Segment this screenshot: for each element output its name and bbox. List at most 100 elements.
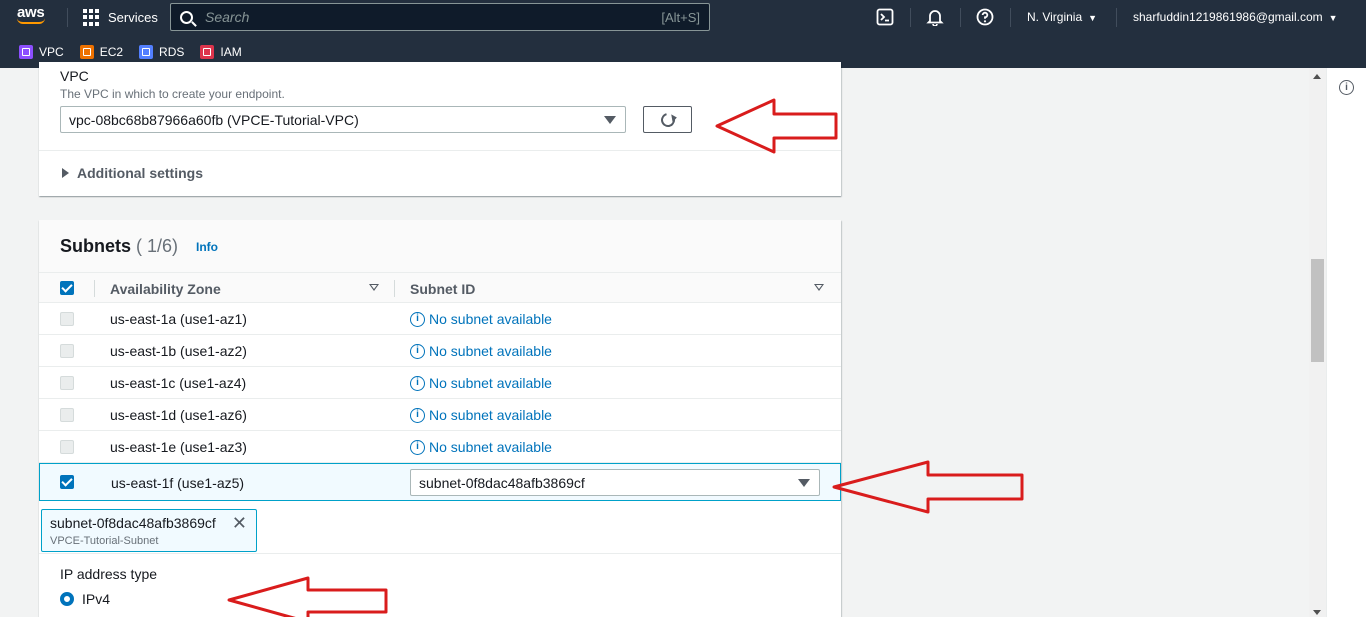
row-checkbox[interactable] [60, 475, 74, 489]
info-icon: i [410, 407, 425, 423]
favorite-label: RDS [159, 44, 185, 59]
column-divider [394, 280, 395, 297]
bell-icon[interactable] [926, 8, 944, 26]
info-link[interactable]: Info [196, 240, 218, 254]
table-row: us-east-1d (use1-az6) i No subnet availab… [39, 399, 841, 431]
no-subnet-available-link[interactable]: i No subnet available [410, 375, 552, 391]
close-icon[interactable]: ✕ [232, 514, 247, 532]
no-subnet-available-link[interactable]: i No subnet available [410, 439, 552, 455]
account-label: sharfuddin1219861986@gmail.com [1133, 10, 1323, 24]
info-icon: i [410, 343, 425, 359]
no-subnet-available-link[interactable]: i No subnet available [410, 343, 552, 359]
no-subnet-available-link[interactable]: i No subnet available [410, 311, 552, 327]
no-subnet-text: No subnet available [429, 311, 552, 327]
caret-right-icon [62, 168, 69, 178]
no-subnet-text: No subnet available [429, 375, 552, 391]
annotation-arrow-icon [715, 98, 838, 154]
account-menu[interactable]: sharfuddin1219861986@gmail.com ▼ [1133, 10, 1338, 24]
select-all-checkbox[interactable] [60, 281, 74, 295]
subnet-select[interactable]: subnet-0f8dac48afb3869cf [410, 469, 820, 496]
caret-down-icon: ▼ [1328, 13, 1338, 23]
caret-down-icon [604, 116, 616, 124]
divider [960, 8, 961, 27]
page-scrollbar[interactable] [1309, 68, 1326, 617]
vpc-select[interactable]: vpc-08bc68b87966a60fb (VPCE-Tutorial-VPC… [60, 106, 626, 133]
info-icon: i [410, 439, 425, 455]
row-checkbox[interactable] [60, 344, 74, 358]
info-panel-icon[interactable]: i [1339, 80, 1354, 95]
row-checkbox[interactable] [60, 312, 74, 326]
scrollbar-thumb[interactable] [1311, 259, 1324, 362]
favorite-label: VPC [39, 44, 64, 59]
search-input[interactable]: Search [Alt+S] [170, 3, 710, 31]
row-checkbox[interactable] [60, 376, 74, 390]
sort-icon[interactable] [814, 284, 824, 291]
ip-address-type-label: IP address type [60, 566, 158, 582]
annotation-arrow-icon [832, 460, 1024, 514]
no-subnet-text: No subnet available [429, 439, 552, 455]
ipv4-radio[interactable] [60, 592, 74, 606]
favorite-label: EC2 [99, 44, 124, 59]
availability-zone: us-east-1f (use1-az5) [111, 475, 245, 491]
table-row: us-east-1a (use1-az1) i No subnet availab… [39, 303, 841, 335]
divider [1010, 8, 1011, 27]
help-panel-rail: i [1326, 68, 1366, 617]
token-subnet-id: subnet-0f8dac48afb3869cf [50, 515, 216, 531]
favorite-label: IAM [220, 44, 242, 59]
additional-settings-label: Additional settings [77, 165, 203, 181]
subnets-title: Subnets ( 1/6) [60, 236, 178, 257]
vpc-service-icon [19, 44, 33, 59]
table-row: us-east-1b (use1-az2) i No subnet availab… [39, 335, 841, 367]
caret-down-icon: ▼ [1088, 13, 1098, 23]
ipv4-radio-label: IPv4 [82, 591, 111, 607]
services-label: Services [108, 10, 158, 25]
vpc-field-label: VPC [60, 68, 89, 84]
az-column-header[interactable]: Availability Zone [110, 281, 221, 297]
no-subnet-text: No subnet available [429, 407, 552, 423]
iam-service-icon [200, 44, 215, 59]
cloudshell-icon[interactable] [876, 8, 894, 26]
search-shortcut: [Alt+S] [661, 9, 700, 25]
vpc-field-description: The VPC in which to create your endpoint… [60, 87, 285, 101]
row-checkbox[interactable] [60, 440, 74, 454]
availability-zone: us-east-1b (use1-az2) [110, 343, 247, 359]
divider [1116, 8, 1117, 27]
divider [39, 553, 841, 554]
aws-logo-text: aws [17, 4, 45, 21]
vpc-selected-value: vpc-08bc68b87966a60fb (VPCE-Tutorial-VPC… [69, 112, 359, 128]
aws-logo[interactable]: aws [17, 5, 51, 31]
availability-zone: us-east-1d (use1-az6) [110, 407, 247, 423]
search-icon [180, 10, 193, 24]
availability-zone: us-east-1e (use1-az3) [110, 439, 247, 455]
search-placeholder: Search [205, 9, 250, 25]
table-row: us-east-1e (use1-az3) i No subnet availab… [39, 431, 841, 463]
favorite-ec2[interactable]: EC2 [79, 44, 124, 59]
scroll-down-icon[interactable] [1313, 610, 1321, 615]
additional-settings-toggle[interactable]: Additional settings [62, 165, 203, 181]
scroll-up-icon[interactable] [1313, 74, 1321, 79]
grid-icon [83, 9, 100, 26]
token-subnet-name: VPCE-Tutorial-Subnet [50, 535, 159, 547]
annotation-arrow-icon [227, 576, 388, 617]
column-divider [94, 280, 95, 297]
row-checkbox[interactable] [60, 408, 74, 422]
divider [67, 8, 68, 27]
availability-zone: us-east-1c (use1-az4) [110, 375, 247, 391]
subnet-id-column-header[interactable]: Subnet ID [410, 281, 475, 297]
favorite-vpc[interactable]: VPC [19, 44, 64, 59]
no-subnet-available-link[interactable]: i No subnet available [410, 407, 552, 423]
favorite-rds[interactable]: RDS [139, 44, 185, 59]
favorite-iam[interactable]: IAM [200, 44, 242, 59]
table-row: us-east-1c (use1-az4) i No subnet availab… [39, 367, 841, 399]
help-icon[interactable] [976, 8, 994, 26]
subnets-count: ( 1/6) [136, 236, 179, 256]
region-selector[interactable]: N. Virginia ▼ [1027, 10, 1097, 24]
caret-down-icon [798, 479, 810, 487]
services-menu-button[interactable]: Services [83, 9, 158, 26]
info-icon: i [410, 311, 425, 327]
subnets-title-text: Subnets [60, 236, 132, 256]
region-label: N. Virginia [1027, 10, 1083, 24]
rds-service-icon [139, 44, 154, 59]
refresh-vpcs-button[interactable] [643, 106, 692, 133]
sort-icon[interactable] [369, 284, 379, 291]
